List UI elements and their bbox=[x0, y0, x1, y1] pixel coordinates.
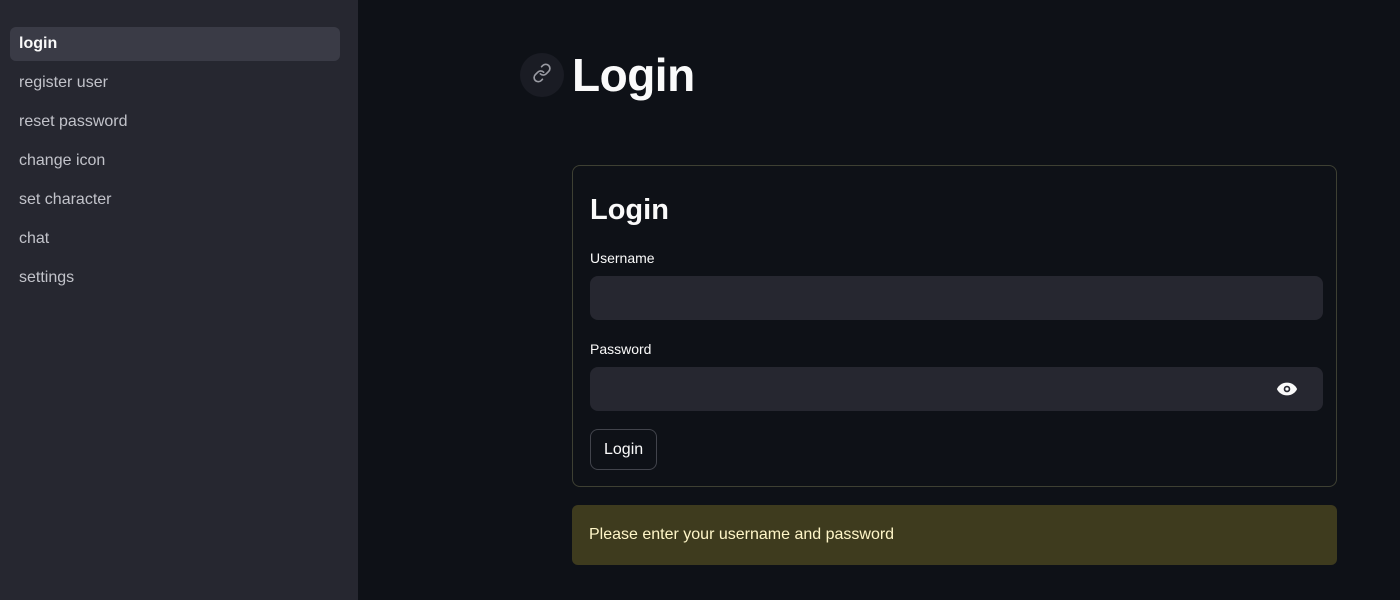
page-title: Login bbox=[572, 49, 695, 101]
sidebar-item-reset-password[interactable]: reset password bbox=[10, 105, 340, 139]
sidebar-item-register-user[interactable]: register user bbox=[10, 66, 340, 100]
sidebar-item-change-icon[interactable]: change icon bbox=[10, 144, 340, 178]
sidebar-item-set-character[interactable]: set character bbox=[10, 183, 340, 217]
page-header: Login bbox=[520, 48, 695, 102]
form-title: Login bbox=[590, 194, 669, 226]
warning-alert: Please enter your username and password bbox=[572, 505, 1337, 565]
sidebar-nav: login register user reset password chang… bbox=[10, 27, 340, 300]
password-label: Password bbox=[590, 341, 652, 357]
username-input[interactable] bbox=[590, 276, 1323, 320]
sidebar: login register user reset password chang… bbox=[0, 0, 358, 600]
sidebar-item-login[interactable]: login bbox=[10, 27, 340, 61]
main-content: Login Login Username Password Login Plea… bbox=[358, 0, 1400, 600]
header-anchor-link[interactable] bbox=[520, 53, 564, 97]
sidebar-item-chat[interactable]: chat bbox=[10, 222, 340, 256]
app: login register user reset password chang… bbox=[0, 0, 1400, 600]
eye-icon[interactable] bbox=[1275, 379, 1299, 399]
username-label: Username bbox=[590, 250, 655, 266]
alert-text: Please enter your username and password bbox=[589, 526, 895, 543]
login-button[interactable]: Login bbox=[590, 429, 658, 470]
password-field[interactable] bbox=[590, 367, 1323, 411]
sidebar-item-settings[interactable]: settings bbox=[10, 261, 340, 295]
link-icon bbox=[532, 62, 552, 88]
login-form: Login Username Password Login bbox=[572, 165, 1337, 487]
